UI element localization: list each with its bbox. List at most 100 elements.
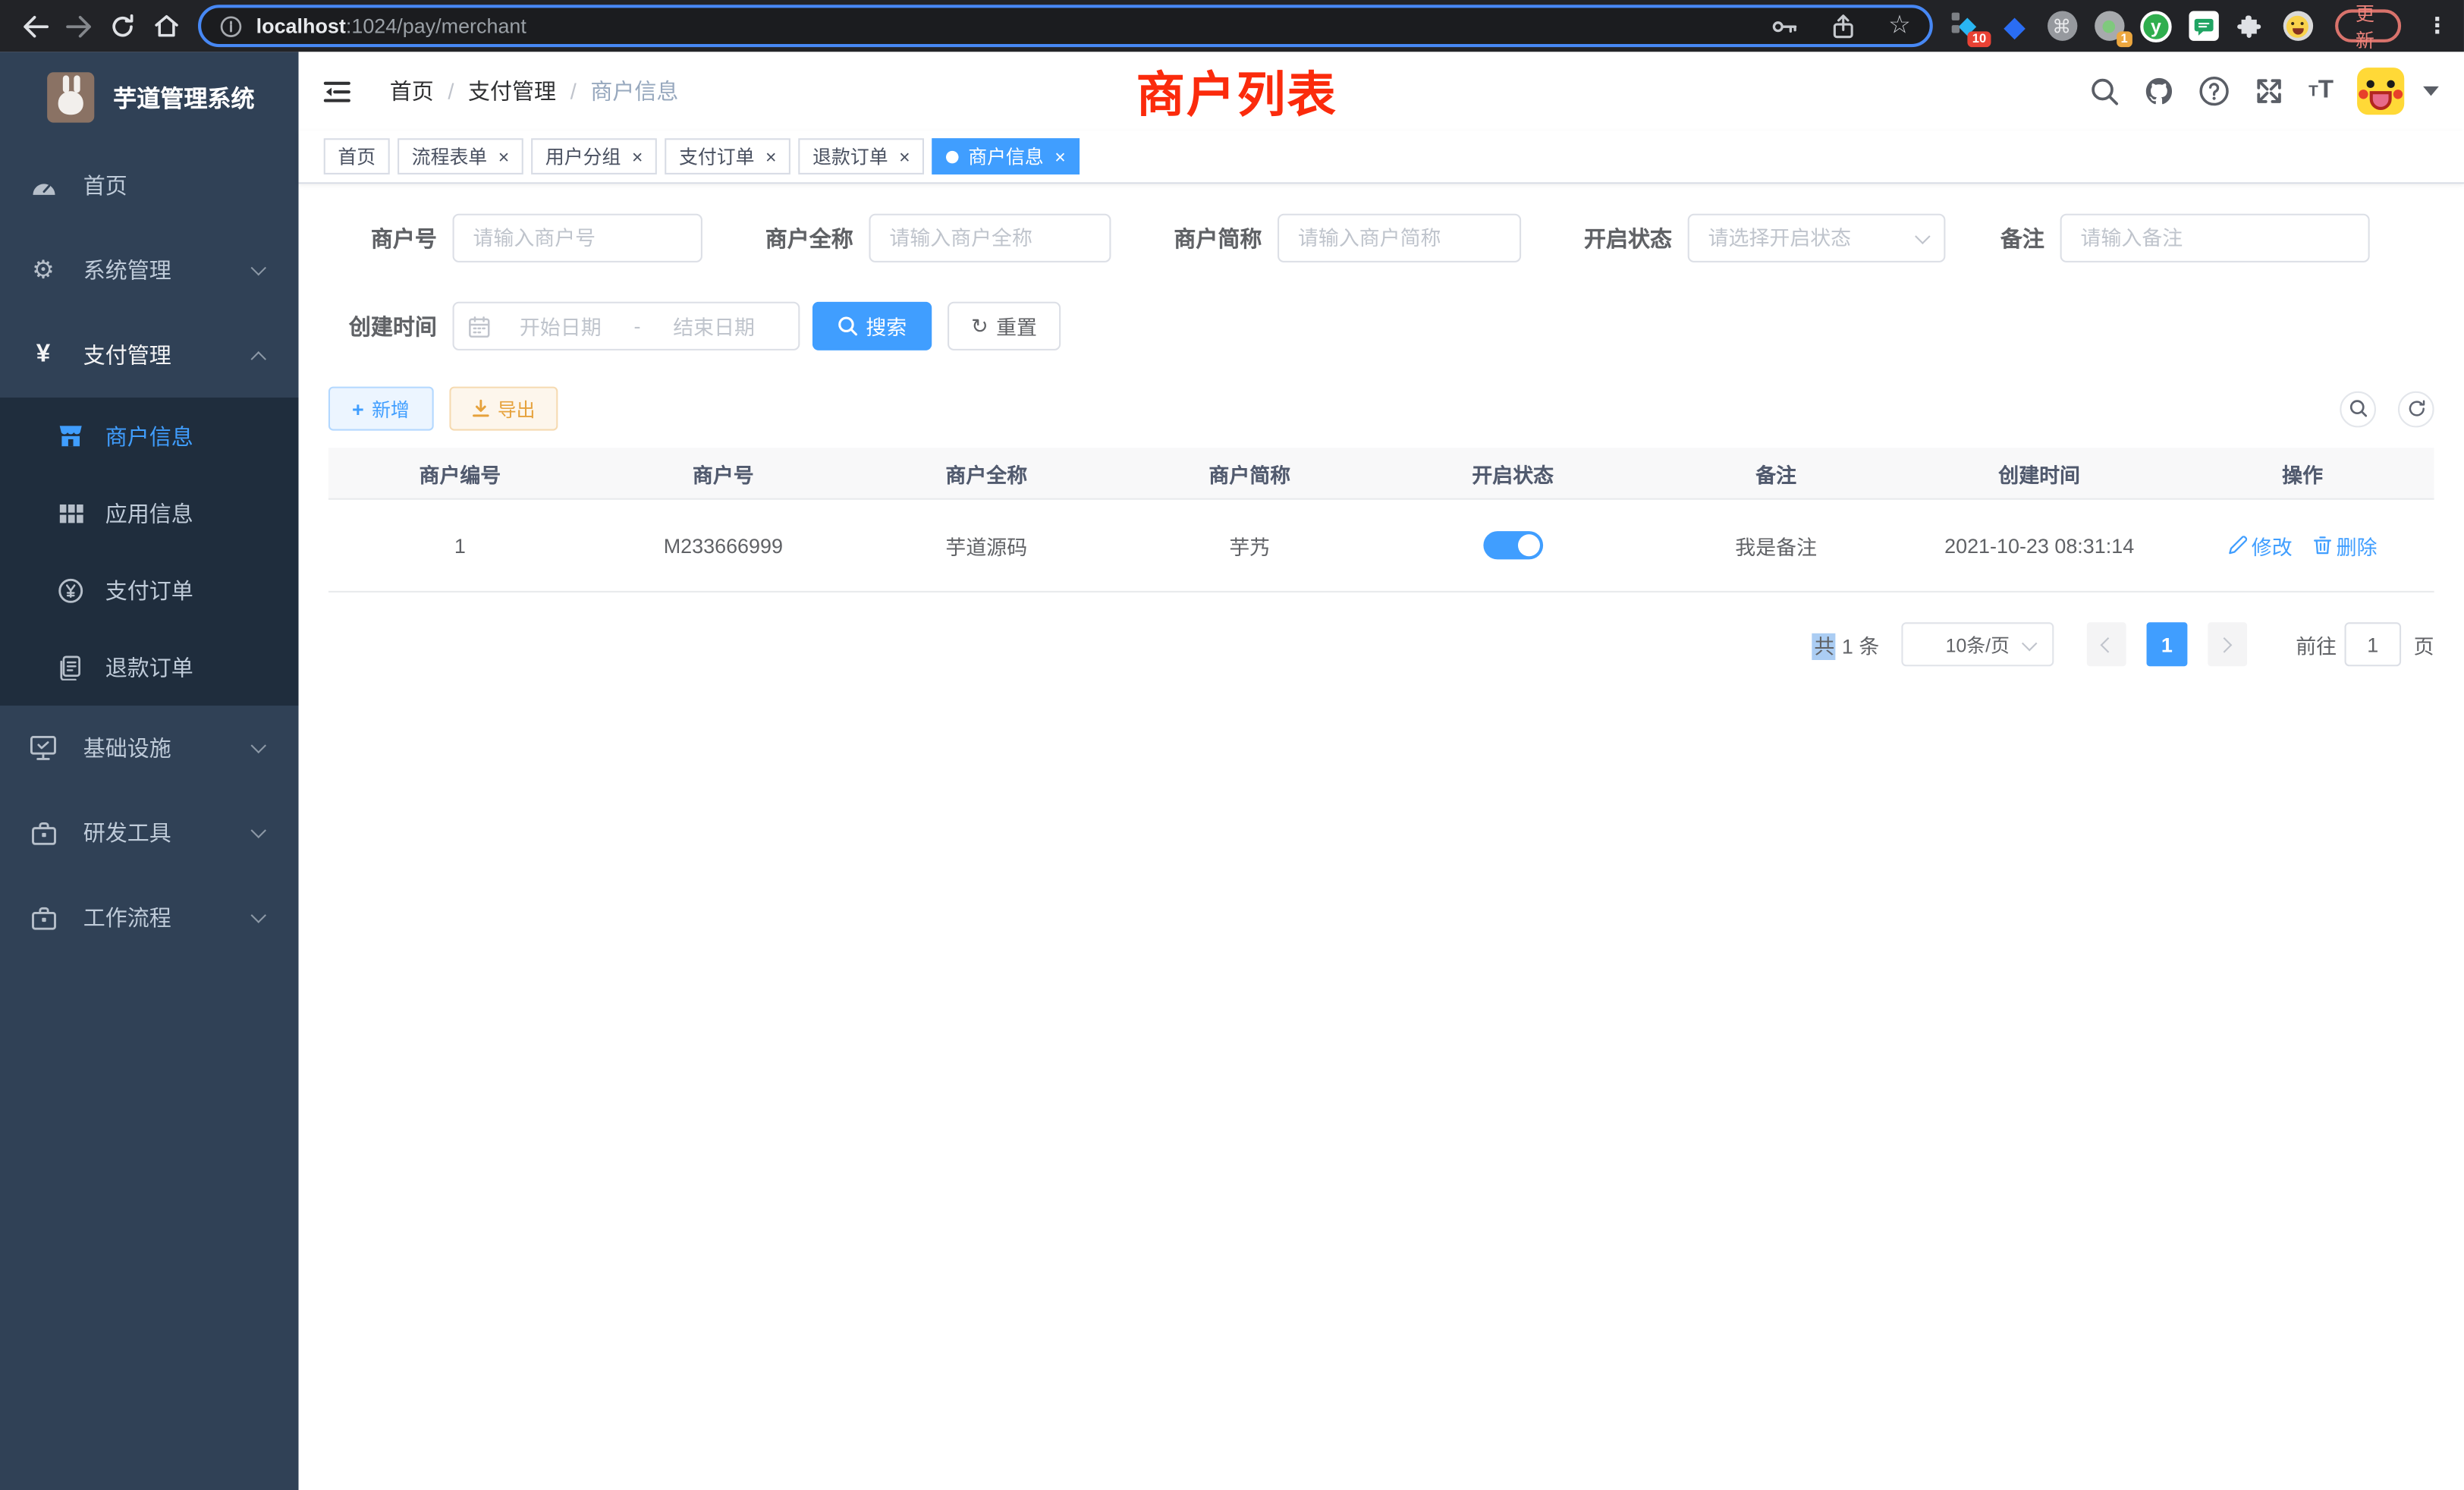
merchant-short-input[interactable] (1278, 214, 1521, 262)
refresh-icon: ↻ (971, 316, 988, 336)
remark-input[interactable] (2060, 214, 2370, 262)
breadcrumb-home[interactable]: 首页 (390, 75, 434, 106)
cell-id: 1 (328, 533, 592, 557)
tab-refund-order[interactable]: 退款订单 (798, 138, 924, 174)
next-page-button[interactable] (2208, 622, 2247, 666)
main-area: 商户列表 首页 / 支付管理 / 商户信息 (299, 52, 2464, 1490)
download-icon (471, 399, 490, 418)
close-icon[interactable] (498, 147, 510, 166)
page-size-select[interactable]: 10条/页 (1901, 622, 2054, 666)
screen: localhost:1024/pay/merchant ☆ ◆ 10 ◆ ⌘ 1… (0, 0, 2464, 1490)
rabbit-logo (47, 72, 94, 122)
close-icon[interactable] (765, 147, 777, 166)
status-toggle[interactable] (1483, 531, 1543, 559)
reload-icon[interactable] (101, 7, 145, 45)
extension-y-icon[interactable]: y (2140, 10, 2171, 41)
add-button[interactable]: + 新增 (328, 387, 433, 431)
back-icon[interactable] (13, 7, 57, 45)
delete-link[interactable]: 删除 (2313, 530, 2378, 560)
bookmark-star-icon[interactable]: ☆ (1888, 14, 1911, 39)
tab-merchant-info[interactable]: 商户信息 (932, 138, 1080, 174)
forward-icon[interactable] (57, 7, 101, 45)
profile-emoji-icon[interactable] (2282, 10, 2313, 41)
chevron-down-icon (250, 907, 266, 923)
sidebar: 芋道管理系统 首页 ⚙ 系统管理 ¥ 支付管理 (0, 52, 299, 1490)
avatar-dropdown-caret-icon[interactable] (2423, 86, 2439, 96)
tab-pay-order[interactable]: 支付订单 (665, 138, 790, 174)
status-select[interactable] (1688, 214, 1946, 262)
browser-menu-icon[interactable]: ⋮ (2426, 13, 2448, 39)
collapse-sidebar-icon[interactable] (324, 80, 350, 103)
app-title: 芋道管理系统 (113, 81, 254, 114)
prev-page-button[interactable] (2087, 622, 2126, 666)
chevron-down-icon (250, 260, 266, 276)
merchant-full-input[interactable] (869, 214, 1111, 262)
cell-actions: 修改 删除 (2171, 530, 2434, 560)
sidebar-item-devtools[interactable]: 研发工具 (0, 791, 299, 875)
show-search-toggle-icon[interactable] (2340, 391, 2376, 427)
tab-process-form[interactable]: 流程表单 (398, 138, 523, 174)
home-icon[interactable] (145, 7, 189, 45)
fullscreen-icon[interactable] (2254, 75, 2285, 106)
merchant-table: 商户编号 商户号 商户全称 商户简称 开启状态 备注 创建时间 操作 1 M23… (328, 448, 2434, 593)
sidebar-item-system[interactable]: ⚙ 系统管理 (0, 228, 299, 313)
share-icon[interactable] (1832, 14, 1854, 39)
url-bar[interactable]: localhost:1024/pay/merchant ☆ (198, 5, 1933, 47)
breadcrumb: 首页 / 支付管理 / 商户信息 (390, 75, 679, 106)
search-icon[interactable] (2090, 76, 2120, 105)
cell-create-time: 2021-10-23 08:31:14 (1908, 533, 2171, 557)
edit-link[interactable]: 修改 (2228, 530, 2293, 560)
sidebar-item-home[interactable]: 首页 (0, 143, 299, 228)
site-info-icon[interactable] (220, 15, 242, 37)
tab-user-group[interactable]: 用户分组 (531, 138, 657, 174)
sidebar-item-infra[interactable]: 基础设施 (0, 706, 299, 791)
sidebar-item-workflow[interactable]: 工作流程 (0, 875, 299, 960)
remark-label: 备注 (1985, 222, 2044, 253)
url-text: localhost:1024/pay/merchant (256, 14, 1736, 38)
close-icon[interactable] (899, 147, 910, 166)
page-annotation-title: 商户列表 (1136, 55, 1337, 125)
sidebar-item-refund-order[interactable]: 退款订单 (0, 629, 299, 706)
extension-badge-count: 10 (1968, 30, 1991, 46)
merchant-no-label: 商户号 (328, 222, 437, 253)
pagination: 共 1 条 10条/页 1 前往 页 (328, 622, 2434, 666)
export-button[interactable]: 导出 (449, 387, 558, 431)
reset-button[interactable]: ↻ 重置 (948, 302, 1061, 350)
app-logo-row[interactable]: 芋道管理系统 (0, 52, 299, 143)
password-key-icon[interactable] (1771, 17, 1797, 36)
extensions-puzzle-icon[interactable] (2235, 10, 2266, 41)
breadcrumb-pay[interactable]: 支付管理 (468, 75, 556, 106)
browser-update-button[interactable]: 更新 (2335, 9, 2401, 42)
sidebar-item-pay-order[interactable]: 支付订单 (0, 552, 299, 628)
url-path: :1024/pay/merchant (346, 14, 526, 38)
chevron-left-icon (2101, 637, 2117, 652)
extension-command-icon[interactable]: ⌘ (2046, 10, 2077, 41)
user-avatar[interactable] (2357, 68, 2404, 115)
page-number-1[interactable]: 1 (2146, 622, 2187, 666)
extension-recorder-icon[interactable]: 1 (2093, 10, 2124, 41)
status-select-input[interactable] (1688, 214, 1946, 262)
end-date-placeholder[interactable]: 结束日期 (644, 311, 784, 341)
github-icon[interactable] (2144, 75, 2175, 106)
sidebar-item-merchant-info[interactable]: 商户信息 (0, 398, 299, 474)
extension-chat-icon[interactable] (2187, 10, 2218, 41)
tab-home[interactable]: 首页 (324, 138, 390, 174)
close-icon[interactable] (632, 147, 643, 166)
tags-view: 首页 流程表单 用户分组 支付订单 退款订单 商户信息 (299, 130, 2464, 184)
close-icon[interactable] (1054, 147, 1066, 166)
date-range-picker[interactable]: 开始日期 - 结束日期 (453, 302, 800, 350)
chevron-up-icon (250, 351, 266, 367)
sidebar-item-app-info[interactable]: 应用信息 (0, 475, 299, 552)
extension-diamond-badge-icon[interactable]: ◆ 10 (1952, 10, 1983, 41)
search-button[interactable]: 搜索 (812, 302, 932, 350)
sidebar-item-pay[interactable]: ¥ 支付管理 (0, 313, 299, 398)
refresh-table-icon[interactable] (2398, 391, 2434, 427)
start-date-placeholder[interactable]: 开始日期 (490, 311, 630, 341)
help-icon[interactable] (2198, 75, 2230, 106)
create-time-label: 创建时间 (328, 310, 437, 341)
extension-gem-icon[interactable]: ◆ (1999, 10, 2030, 41)
font-size-icon[interactable]: TT (2308, 77, 2334, 105)
merchant-no-input[interactable] (453, 214, 702, 262)
briefcase-icon (30, 821, 56, 844)
goto-page-input[interactable] (2344, 622, 2401, 666)
